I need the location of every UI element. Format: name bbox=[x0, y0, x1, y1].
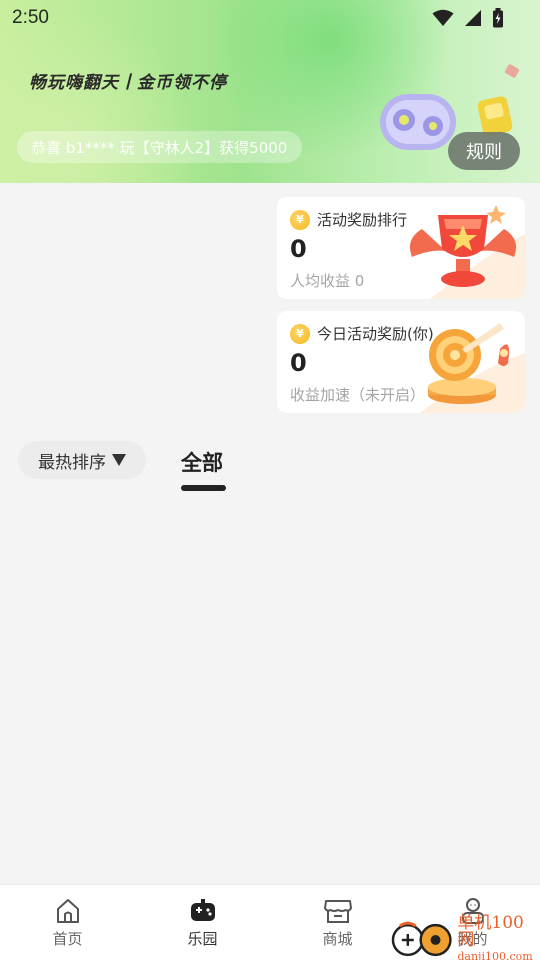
nav-item-home[interactable]: 首页 bbox=[0, 885, 135, 960]
header-banner: 2:50 畅玩嗨翻天丨金币领不停 恭喜 b1**** 玩【守林人2】获得5000… bbox=[0, 0, 540, 183]
coin-icon: ¥ bbox=[290, 209, 310, 230]
banner-slogan: 畅玩嗨翻天丨金币领不停 bbox=[29, 73, 227, 93]
card-title-label: 活动奖励排行 bbox=[317, 211, 408, 229]
nav-label: 商城 bbox=[322, 930, 353, 948]
watermark-text: 单机100网 danji100.com bbox=[457, 912, 540, 960]
home-icon bbox=[56, 899, 79, 923]
wifi-icon bbox=[432, 9, 454, 26]
site-watermark: 单机100网 danji100.com bbox=[390, 912, 540, 960]
card-value: 0 bbox=[290, 235, 307, 263]
store-icon bbox=[323, 900, 352, 923]
sort-label: 最热排序 bbox=[38, 452, 106, 473]
reward-ranking-card[interactable]: ¥ 活动奖励排行 0 人均收益 0 bbox=[277, 197, 525, 299]
sort-dropdown[interactable]: 最热排序 bbox=[18, 441, 146, 479]
battery-icon bbox=[493, 8, 503, 28]
watermark-line2: danji100.com bbox=[457, 949, 533, 960]
today-reward-card[interactable]: ¥ 今日活动奖励(你) 0 收益加速（未开启） bbox=[277, 311, 525, 413]
card-subtitle: 人均收益 0 bbox=[290, 272, 365, 290]
active-tab-indicator bbox=[181, 485, 226, 491]
signal-icon bbox=[465, 10, 481, 26]
status-icons bbox=[432, 8, 504, 28]
target-icon bbox=[420, 323, 525, 413]
winner-ticker: 恭喜 b1**** 玩【守林人2】获得5000 bbox=[17, 131, 302, 163]
triangle-down-icon bbox=[112, 454, 126, 466]
nav-label: 乐园 bbox=[187, 930, 218, 948]
nav-label: 首页 bbox=[52, 930, 83, 948]
watermark-logo-icon bbox=[391, 921, 452, 957]
trophy-icon bbox=[409, 205, 525, 299]
card-value: 0 bbox=[290, 349, 307, 377]
card-title: ¥ 活动奖励排行 bbox=[290, 209, 407, 230]
nav-item-store[interactable]: 商城 bbox=[270, 885, 405, 960]
tab-all[interactable]: 全部 bbox=[181, 447, 223, 477]
nav-item-park[interactable]: 乐园 bbox=[135, 885, 270, 960]
watermark-line1: 单机100网 bbox=[457, 912, 524, 950]
status-time: 2:50 bbox=[12, 7, 49, 28]
rules-button[interactable]: 规则 bbox=[448, 132, 520, 170]
gamepad-icon bbox=[190, 899, 215, 921]
status-bar: 2:50 bbox=[0, 0, 540, 36]
coin-icon: ¥ bbox=[290, 323, 310, 344]
